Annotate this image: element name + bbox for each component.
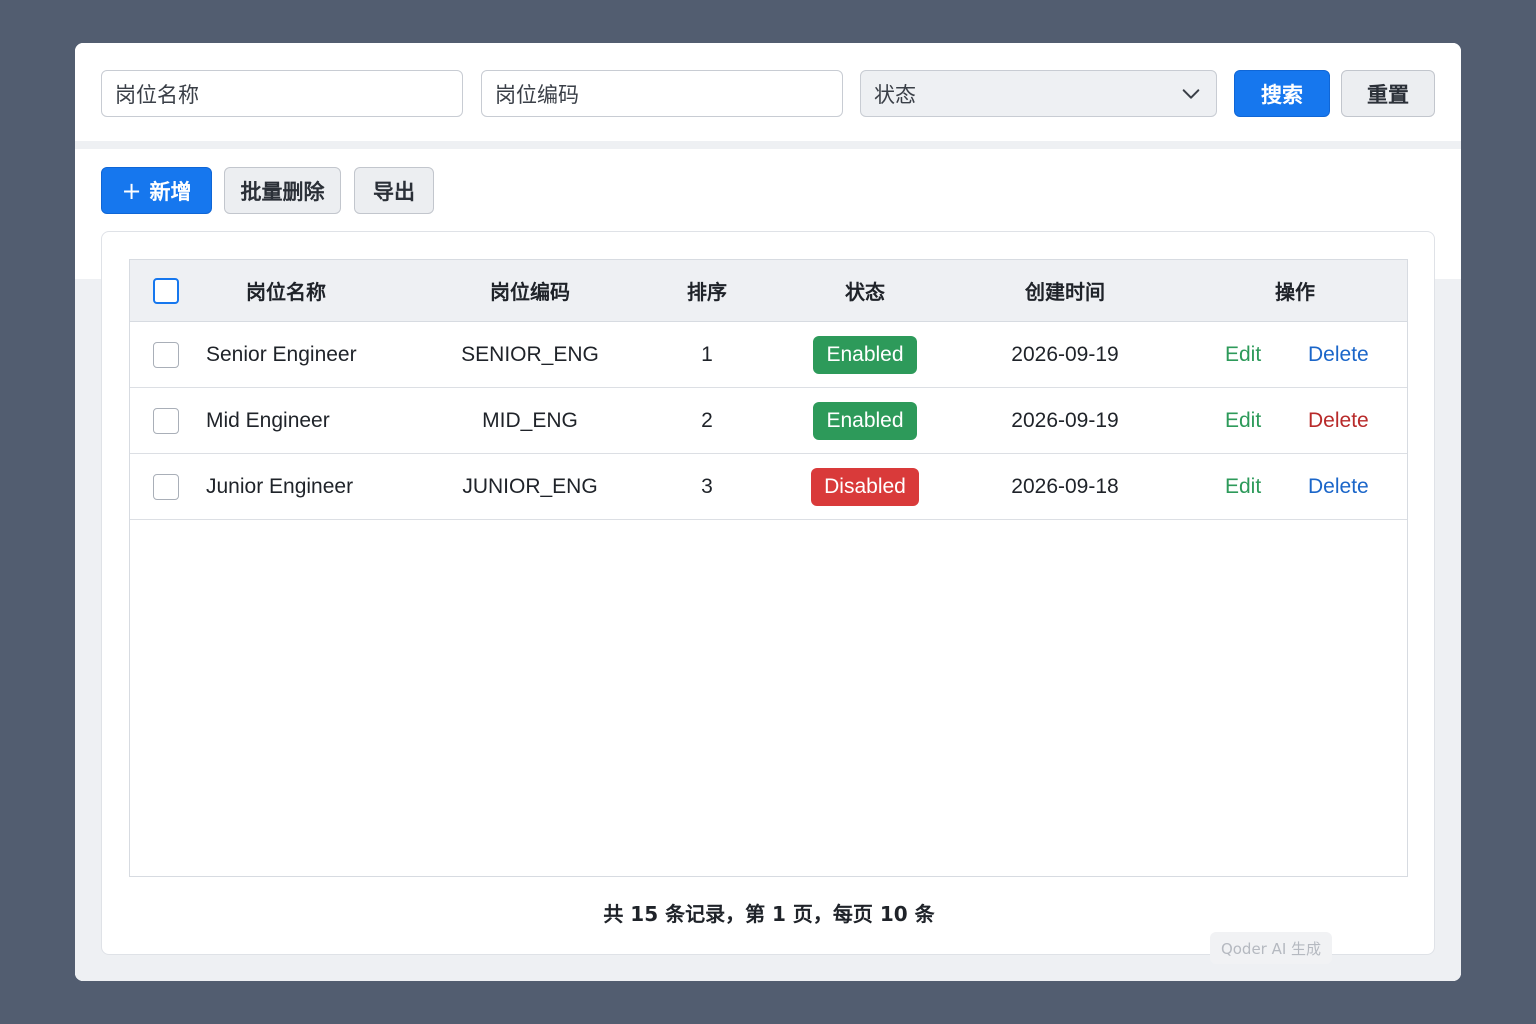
- column-header-created: 创建时间: [1025, 280, 1105, 304]
- table-card: 岗位名称 岗位编码 排序 状态 创建时间 操作 Senior Engineer …: [101, 231, 1435, 964]
- select-all-checkbox[interactable]: [153, 277, 179, 304]
- edit-link[interactable]: Edit: [1225, 409, 1261, 433]
- search-panel: 岗位名称 岗位编码 状态 搜索 重置: [75, 43, 1461, 141]
- header-checkbox-cell: [152, 260, 180, 321]
- column-header-code: 岗位编码: [490, 280, 570, 304]
- batch-delete-button[interactable]: 批量删除: [224, 167, 341, 214]
- edit-link[interactable]: Edit: [1225, 475, 1261, 499]
- app-window: 岗位名称 岗位编码 状态 搜索 重置 + 新增 批量删除 导出 岗位名称 岗位编…: [75, 43, 1461, 981]
- edit-link[interactable]: Edit: [1225, 343, 1261, 367]
- cell-actions: Edit Delete: [130, 454, 1407, 519]
- positions-table: 岗位名称 岗位编码 排序 状态 创建时间 操作 Senior Engineer …: [129, 259, 1408, 877]
- plus-icon: +: [121, 176, 142, 205]
- cell-actions: Edit Delete: [130, 388, 1407, 453]
- delete-link[interactable]: Delete: [1308, 343, 1369, 367]
- column-header-name: 岗位名称: [246, 280, 326, 304]
- column-header-sort: 排序: [687, 280, 727, 304]
- reset-button[interactable]: 重置: [1341, 70, 1435, 117]
- search-button[interactable]: 搜索: [1234, 70, 1330, 117]
- position-name-placeholder: 岗位名称: [115, 82, 199, 107]
- column-header-actions: 操作: [1275, 280, 1315, 304]
- add-button[interactable]: + 新增: [101, 167, 212, 214]
- export-button[interactable]: 导出: [354, 167, 434, 214]
- ai-watermark: Qoder AI 生成: [1210, 932, 1332, 964]
- add-button-label: 新增: [149, 179, 192, 204]
- cell-actions: Edit Delete: [130, 322, 1407, 387]
- column-header-status: 状态: [845, 280, 885, 304]
- table-row: Mid Engineer MID_ENG 2 Enabled 2026-09-1…: [130, 388, 1407, 454]
- pagination-summary: 共 15 条记录，第 1 页，每页 10 条: [603, 902, 935, 926]
- table-row: Junior Engineer JUNIOR_ENG 3 Disabled 20…: [130, 454, 1407, 520]
- position-code-placeholder: 岗位编码: [495, 82, 579, 107]
- delete-link[interactable]: Delete: [1308, 409, 1369, 433]
- status-select[interactable]: 状态: [860, 70, 1217, 117]
- status-select-placeholder: 状态: [874, 82, 916, 107]
- content-panel: + 新增 批量删除 导出 岗位名称 岗位编码 排序 状态 创建时间 操作 Sen…: [75, 149, 1461, 981]
- delete-link[interactable]: Delete: [1308, 475, 1369, 499]
- position-name-input[interactable]: 岗位名称: [101, 70, 463, 117]
- table-row: Senior Engineer SENIOR_ENG 1 Enabled 202…: [130, 322, 1407, 388]
- table-header: 岗位名称 岗位编码 排序 状态 创建时间 操作: [130, 260, 1407, 322]
- chevron-down-icon: [1182, 88, 1200, 99]
- position-code-input[interactable]: 岗位编码: [481, 70, 843, 117]
